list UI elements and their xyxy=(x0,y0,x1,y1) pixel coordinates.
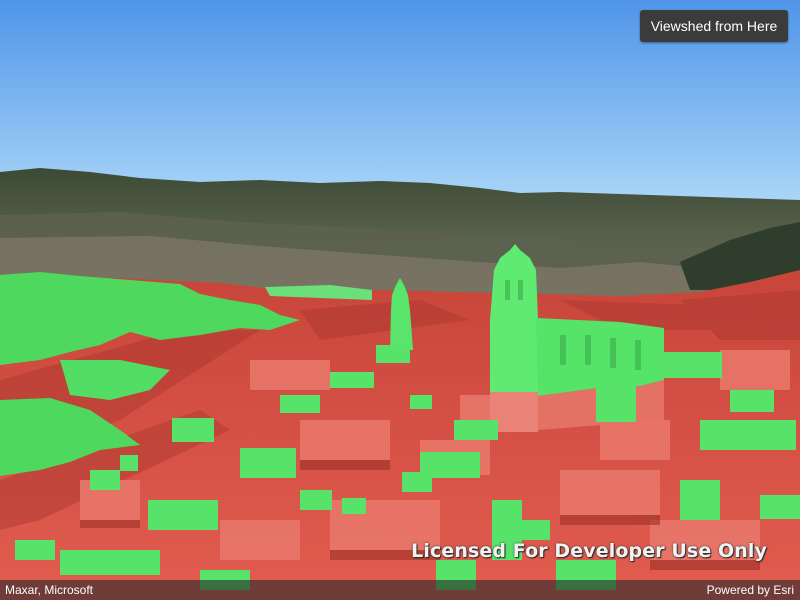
visible-cathedral-nave xyxy=(536,318,664,396)
scene-canvas[interactable] xyxy=(0,0,800,600)
attribution-sources: Maxar, Microsoft xyxy=(5,583,94,597)
developer-license-watermark: Licensed For Developer Use Only xyxy=(411,540,767,562)
viewshed-from-here-button[interactable]: Viewshed from Here xyxy=(640,10,788,42)
visible-cathedral-tower-base xyxy=(490,318,538,396)
attribution-bar: Maxar, Microsoft Powered by Esri xyxy=(0,580,800,600)
powered-by-esri-link[interactable]: Powered by Esri xyxy=(707,580,794,600)
scene-view[interactable]: Viewshed from Here Licensed For Develope… xyxy=(0,0,800,600)
